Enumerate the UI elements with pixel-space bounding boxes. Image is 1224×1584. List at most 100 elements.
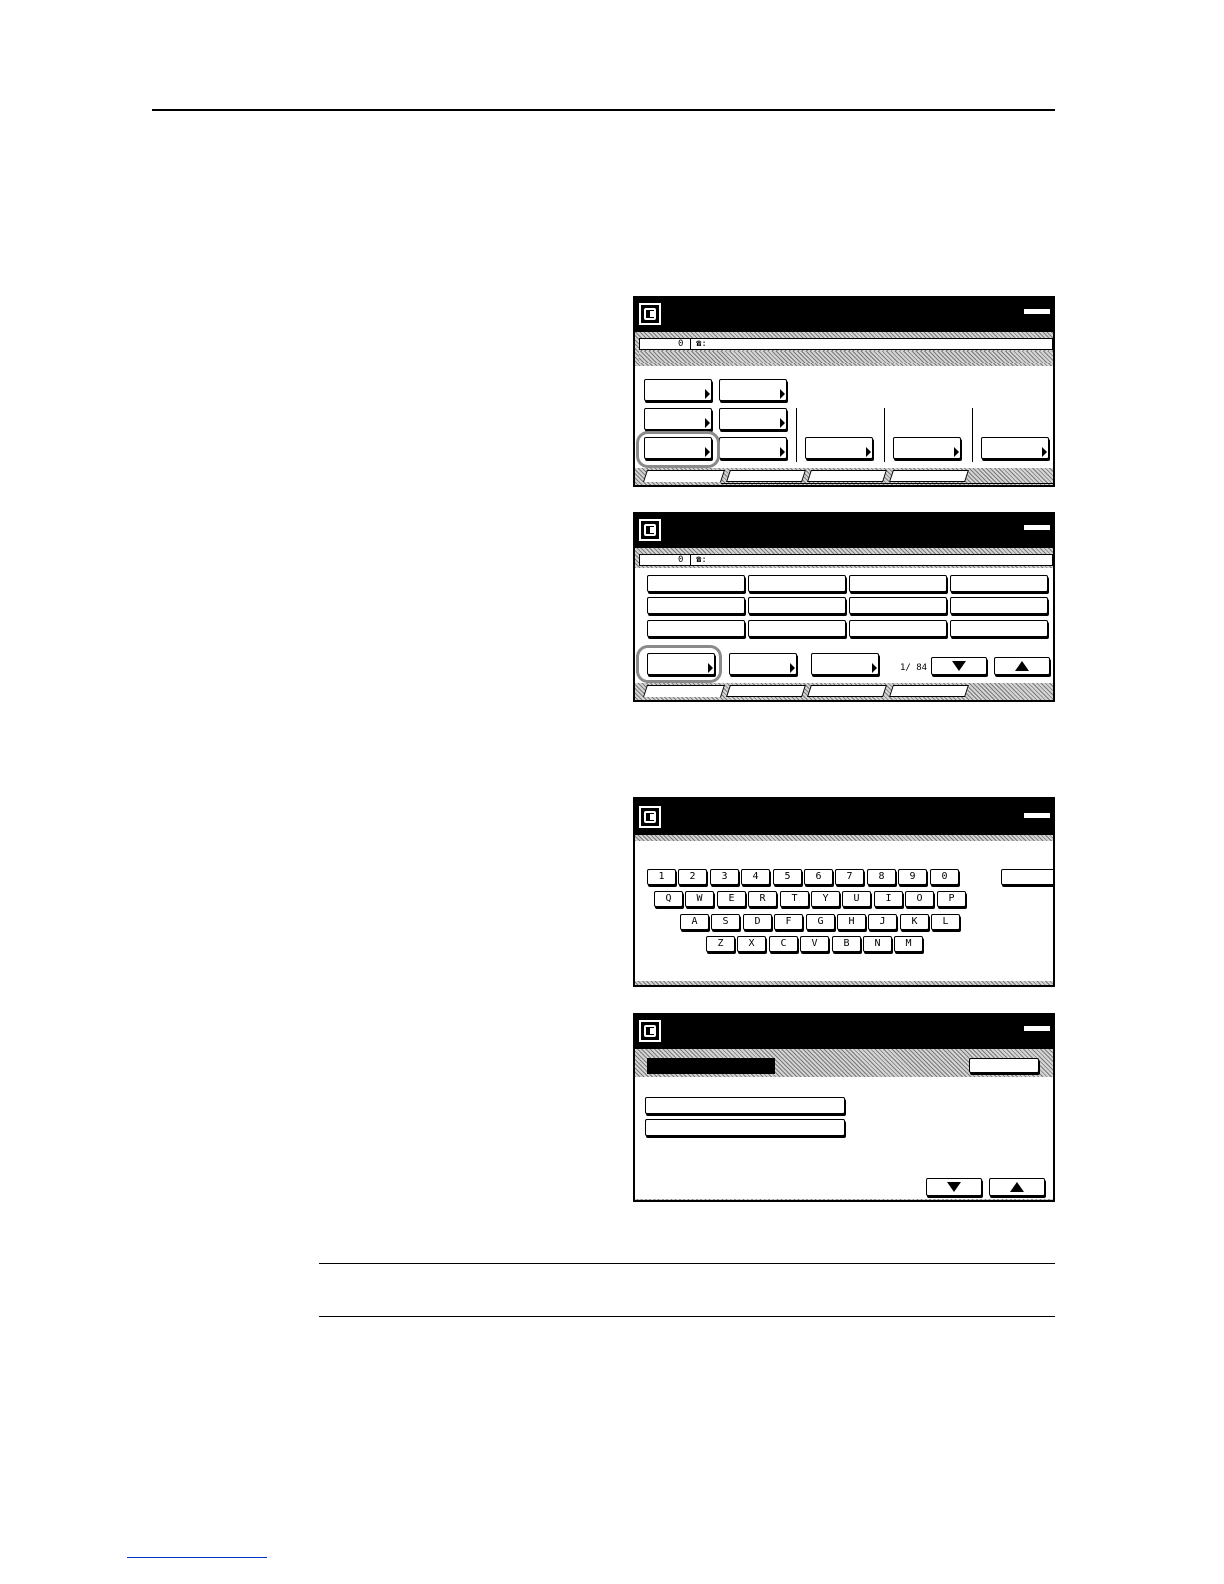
input-area: [635, 835, 1053, 841]
one-touch-key-4[interactable]: [950, 575, 1048, 592]
key-z[interactable]: Z: [706, 936, 735, 952]
bottom-band: [635, 981, 1053, 985]
tab-1[interactable]: [643, 685, 725, 697]
function-button-4[interactable]: [719, 408, 787, 430]
fax-icon: [639, 303, 661, 325]
key-9[interactable]: 9: [898, 869, 927, 885]
title-tab: [1023, 308, 1051, 315]
key-t[interactable]: T: [780, 891, 809, 907]
selection-highlight: [636, 645, 722, 683]
one-touch-key-7[interactable]: [849, 597, 947, 614]
key-f[interactable]: F: [774, 914, 803, 930]
tab-2[interactable]: [726, 685, 806, 697]
one-touch-key-3[interactable]: [849, 575, 947, 592]
one-touch-key-5[interactable]: [647, 597, 745, 614]
tab-4[interactable]: [889, 470, 969, 482]
destination-count: 0: [678, 339, 684, 349]
function-button-2[interactable]: [719, 379, 787, 401]
function-button-2[interactable]: [729, 653, 797, 675]
key-j[interactable]: J: [868, 914, 897, 930]
fax-icon: [639, 519, 661, 541]
one-touch-key-1[interactable]: [647, 575, 745, 592]
scroll-up-button[interactable]: [994, 657, 1050, 675]
function-button-8[interactable]: [893, 437, 961, 459]
key-e[interactable]: E: [717, 891, 746, 907]
key-l[interactable]: L: [931, 914, 960, 930]
scroll-down-button[interactable]: [926, 1178, 982, 1196]
destination-count: 0: [678, 555, 684, 565]
title-bar: [635, 298, 1053, 332]
key-0[interactable]: 0: [930, 869, 959, 885]
function-button-1[interactable]: [644, 379, 712, 401]
title-bar: [635, 799, 1053, 835]
key-p[interactable]: P: [937, 891, 966, 907]
scroll-up-button[interactable]: [989, 1178, 1045, 1196]
function-button-3[interactable]: [644, 408, 712, 430]
down-arrow-icon: [947, 1182, 961, 1192]
one-touch-key-10[interactable]: [748, 620, 846, 637]
key-4[interactable]: 4: [741, 869, 770, 885]
one-touch-key-12[interactable]: [950, 620, 1048, 637]
down-arrow-icon: [952, 661, 966, 671]
key-5[interactable]: 5: [773, 869, 802, 885]
title-tab: [1023, 1025, 1051, 1032]
function-button-9[interactable]: [981, 437, 1049, 459]
key-8[interactable]: 8: [867, 869, 896, 885]
title-bar: [635, 514, 1053, 548]
key-o[interactable]: O: [905, 891, 934, 907]
function-button-7[interactable]: [805, 437, 873, 459]
key-h[interactable]: H: [837, 914, 866, 930]
footer-link-underline: [127, 1557, 267, 1558]
key-3[interactable]: 3: [710, 869, 739, 885]
key-v[interactable]: V: [800, 936, 829, 952]
destination-bar: 0 ☎:: [639, 338, 1053, 350]
tab-1[interactable]: [643, 470, 725, 482]
key-q[interactable]: Q: [654, 891, 683, 907]
key-d[interactable]: D: [743, 914, 772, 930]
keyboard-side-button[interactable]: [1001, 869, 1053, 885]
bottom-band: [635, 1199, 1053, 1200]
key-r[interactable]: R: [748, 891, 777, 907]
tab-3[interactable]: [807, 470, 887, 482]
key-1[interactable]: 1: [647, 869, 676, 885]
telephone-icon: ☎:: [696, 555, 707, 565]
key-7[interactable]: 7: [835, 869, 864, 885]
key-2[interactable]: 2: [678, 869, 707, 885]
scroll-down-button[interactable]: [931, 657, 987, 675]
top-rule: [152, 109, 1055, 111]
key-w[interactable]: W: [685, 891, 714, 907]
tab-3[interactable]: [807, 685, 887, 697]
key-x[interactable]: X: [737, 936, 766, 952]
key-y[interactable]: Y: [811, 891, 840, 907]
list-item-2[interactable]: [645, 1119, 845, 1136]
fax-screen-keyboard: 1234567890 QWERTYUIOP ASDFGHJKL ZXCVBNM: [633, 797, 1055, 987]
one-touch-key-2[interactable]: [748, 575, 846, 592]
up-arrow-icon: [1010, 1182, 1024, 1192]
key-m[interactable]: M: [894, 936, 923, 952]
key-s[interactable]: S: [711, 914, 740, 930]
key-6[interactable]: 6: [804, 869, 833, 885]
one-touch-key-11[interactable]: [849, 620, 947, 637]
key-n[interactable]: N: [863, 936, 892, 952]
tab-2[interactable]: [726, 470, 806, 482]
column-divider-1: [796, 408, 797, 462]
telephone-icon: ☎:: [696, 339, 707, 349]
one-touch-key-9[interactable]: [647, 620, 745, 637]
key-c[interactable]: C: [769, 936, 798, 952]
key-b[interactable]: B: [832, 936, 861, 952]
function-button-3[interactable]: [811, 653, 879, 675]
key-a[interactable]: A: [680, 914, 709, 930]
key-u[interactable]: U: [842, 891, 871, 907]
title-tab: [1023, 524, 1051, 531]
key-i[interactable]: I: [874, 891, 903, 907]
up-arrow-icon: [1015, 661, 1029, 671]
one-touch-key-6[interactable]: [748, 597, 846, 614]
note-top-rule: [319, 1263, 1055, 1264]
key-g[interactable]: G: [806, 914, 835, 930]
tab-4[interactable]: [889, 685, 969, 697]
key-k[interactable]: K: [900, 914, 929, 930]
list-item-1[interactable]: [645, 1097, 845, 1114]
function-button-6[interactable]: [719, 437, 787, 459]
one-touch-key-8[interactable]: [950, 597, 1048, 614]
header-button[interactable]: [969, 1058, 1039, 1073]
